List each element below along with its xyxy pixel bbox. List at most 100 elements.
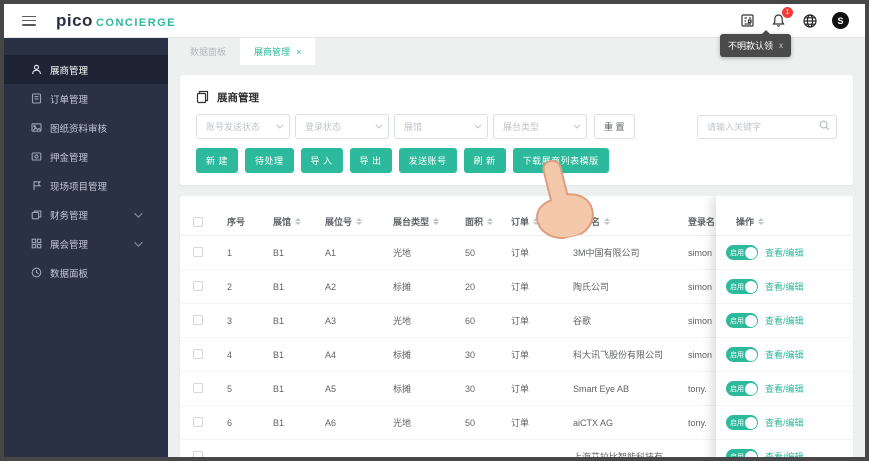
enable-toggle[interactable]: 启用	[726, 449, 758, 457]
cell-exhibitor: 陶氏公司	[573, 282, 610, 292]
page-title: 展商管理	[217, 91, 259, 104]
tab-close-icon[interactable]: ×	[296, 47, 301, 57]
tab-data-dashboard[interactable]: 数据面板	[176, 38, 240, 65]
filter-hall[interactable]: 展馆	[394, 114, 488, 139]
row-checkbox[interactable]	[193, 246, 203, 257]
order-icon	[31, 93, 42, 104]
sort-icon[interactable]	[758, 217, 765, 226]
enable-toggle[interactable]: 启用	[726, 415, 758, 430]
send-account-button[interactable]: 发送账号	[398, 148, 457, 173]
chevron-down-icon	[573, 121, 581, 129]
notification-bell-icon[interactable]: 1	[770, 7, 793, 29]
cell-booth-type: 光地	[393, 248, 412, 258]
hamburger-menu-icon[interactable]	[22, 15, 36, 26]
app-screen: pico CONCIERGE 1 S 不明款认领 x 展商管理 订单管理 图纸资…	[4, 4, 865, 457]
language-globe-icon[interactable]	[801, 12, 818, 29]
col-hall: 展馆	[262, 215, 314, 228]
order-link[interactable]: 订单	[500, 314, 562, 327]
sort-icon[interactable]	[295, 217, 302, 226]
search-input[interactable]	[697, 114, 837, 139]
filter-booth-type[interactable]: 展台类型	[493, 114, 587, 139]
sidebar-item-label: 财务管理	[50, 210, 89, 222]
sidebar-item-exhibitor-mgmt[interactable]: 展商管理	[4, 55, 168, 84]
view-edit-link[interactable]: 查看/编辑	[765, 314, 804, 327]
operation-cell: 启用 查看/编辑	[716, 236, 853, 270]
exhibition-icon	[31, 238, 42, 249]
enable-toggle[interactable]: 启用	[726, 313, 758, 328]
view-edit-link[interactable]: 查看/编辑	[765, 246, 804, 259]
sidebar-item-onsite-project-mgmt[interactable]: 现场项目管理	[4, 171, 168, 200]
claim-ledger-icon[interactable]	[739, 12, 756, 29]
row-checkbox[interactable]	[193, 314, 203, 325]
page-title-row: 展商管理	[196, 87, 837, 107]
cell-booth-type: 光地	[393, 418, 412, 428]
col-exhibitor: 展商名	[562, 215, 677, 228]
search-icon[interactable]	[819, 120, 830, 131]
row-checkbox[interactable]	[193, 416, 203, 427]
view-edit-link[interactable]: 查看/编辑	[765, 450, 804, 457]
sidebar: 展商管理 订单管理 图纸资料审核 押金管理 现场项目管理 财务管理 展会管理 数…	[4, 38, 168, 457]
row-checkbox[interactable]	[193, 348, 203, 359]
cell-booth: A2	[325, 281, 337, 292]
new-button[interactable]: 新 建	[196, 148, 239, 173]
window-frame: pico CONCIERGE 1 S 不明款认领 x 展商管理 订单管理 图纸资…	[0, 0, 869, 461]
sidebar-item-exhibition-mgmt[interactable]: 展会管理	[4, 229, 168, 258]
sort-icon[interactable]	[487, 217, 494, 226]
refresh-button[interactable]: 刷 新	[463, 148, 506, 173]
deposit-icon	[31, 151, 42, 162]
order-link[interactable]: 订单	[500, 280, 562, 293]
sort-icon[interactable]	[433, 217, 440, 226]
view-edit-link[interactable]: 查看/编辑	[765, 348, 804, 361]
row-checkbox[interactable]	[193, 280, 203, 291]
filter-login-status[interactable]: 登录状态	[295, 114, 389, 139]
cell-area: 30	[465, 383, 476, 394]
cell-hall: B1	[273, 281, 285, 292]
cell-exhibitor: 3M中国有限公司	[573, 248, 640, 258]
enable-toggle[interactable]: 启用	[726, 245, 758, 260]
sidebar-item-deposit-mgmt[interactable]: 押金管理	[4, 142, 168, 171]
row-checkbox[interactable]	[193, 382, 203, 393]
view-edit-link[interactable]: 查看/编辑	[765, 416, 804, 429]
import-button[interactable]: 导 入	[300, 148, 343, 173]
sidebar-item-data-dashboard[interactable]: 数据面板	[4, 258, 168, 287]
search-box	[697, 114, 837, 139]
sidebar-item-finance-mgmt[interactable]: 财务管理	[4, 200, 168, 229]
tooltip-close-icon[interactable]: x	[779, 41, 783, 50]
user-avatar[interactable]: S	[832, 12, 849, 29]
sort-icon[interactable]	[356, 217, 363, 226]
filter-row: 账号发送状态 登录状态 展馆 展台类型 重 置	[196, 114, 837, 139]
tab-exhibitor-mgmt[interactable]: 展商管理 ×	[240, 38, 316, 65]
reset-button[interactable]: 重 置	[594, 114, 635, 139]
view-edit-link[interactable]: 查看/编辑	[765, 280, 804, 293]
filter-account-send-status[interactable]: 账号发送状态	[196, 114, 290, 139]
enable-toggle[interactable]: 启用	[726, 347, 758, 362]
sidebar-item-label: 展会管理	[50, 239, 89, 251]
select-all-checkbox[interactable]	[193, 216, 203, 227]
cell-area: 20	[465, 281, 476, 292]
cell-exhibitor: 科大讯飞股份有限公司	[573, 350, 664, 360]
cell-no: 4	[227, 349, 233, 360]
download-template-button[interactable]: 下载展商列表模版	[512, 148, 609, 173]
cell-booth-type: 标摊	[393, 282, 412, 292]
operation-cell: 启用 查看/编辑	[716, 304, 853, 338]
order-link[interactable]: 订单	[500, 348, 562, 361]
action-button-row: 新 建 待处理 导 入 导 出 发送账号 刷 新 下载展商列表模版	[196, 148, 837, 173]
cell-area: 50	[465, 417, 476, 428]
pending-button[interactable]: 待处理	[245, 148, 294, 173]
enable-toggle[interactable]: 启用	[726, 381, 758, 396]
operation-cell: 启用 查看/编辑	[716, 440, 853, 457]
order-link[interactable]: 订单	[500, 416, 562, 429]
sidebar-item-order-mgmt[interactable]: 订单管理	[4, 84, 168, 113]
order-link[interactable]: 订单	[500, 246, 562, 259]
row-checkbox[interactable]	[193, 450, 203, 457]
order-link[interactable]: 订单	[500, 382, 562, 395]
enable-toggle[interactable]: 启用	[726, 279, 758, 294]
cell-hall: B1	[273, 349, 285, 360]
sidebar-item-drawing-review[interactable]: 图纸资料审核	[4, 113, 168, 142]
notification-badge: 1	[782, 7, 793, 18]
sort-icon[interactable]	[533, 217, 540, 226]
export-button[interactable]: 导 出	[349, 148, 392, 173]
sort-icon[interactable]	[604, 217, 611, 226]
view-edit-link[interactable]: 查看/编辑	[765, 382, 804, 395]
col-order: 订单	[500, 215, 562, 228]
